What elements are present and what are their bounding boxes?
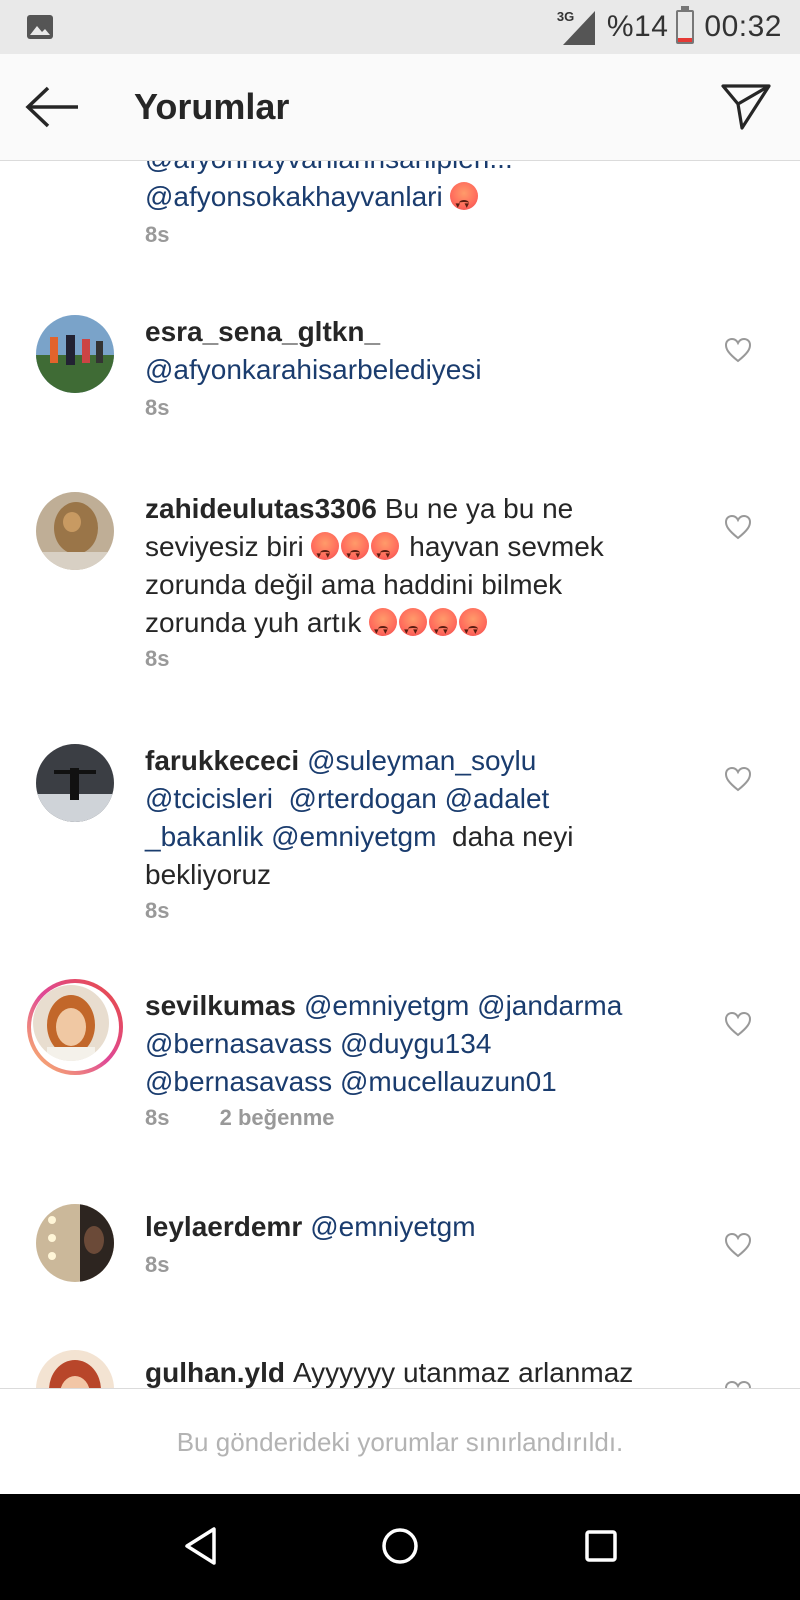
- comment-text: sevilkumas @emniyetgm @jandarma @bernasav…: [145, 987, 675, 1101]
- image-notification-icon: [27, 15, 53, 39]
- comment-text: leylaerdemr @emniyetgm: [145, 1208, 675, 1246]
- page-title: Yorumlar: [134, 86, 290, 127]
- like-heart-icon[interactable]: [724, 766, 752, 792]
- avatar[interactable]: [36, 1350, 114, 1388]
- comment-username[interactable]: farukkececi: [145, 745, 299, 776]
- mention-link[interactable]: @rterdogan: [289, 783, 437, 814]
- like-heart-icon[interactable]: [724, 514, 752, 540]
- nav-back-icon[interactable]: [184, 1526, 218, 1566]
- direct-send-icon[interactable]: [720, 82, 772, 132]
- comment-time: 8s: [145, 646, 170, 671]
- avatar[interactable]: [36, 1204, 114, 1282]
- mention-link[interactable]: @afyonkarahisarbelediyesi: [145, 354, 482, 385]
- comment-text: @afyonhayvanlarinsahipleri... @afyonsoka…: [145, 160, 675, 224]
- comment-username[interactable]: leylaerdemr: [145, 1211, 302, 1242]
- angry-emoji-icon: [311, 532, 340, 574]
- comments-list: @afyonhayvanlarinsahipleri... @afyonsoka…: [0, 160, 800, 1388]
- angry-emoji-icon: [371, 532, 400, 574]
- system-nav-bar: [0, 1494, 800, 1600]
- mention-link[interactable]: @bernasavass: [145, 1066, 332, 1097]
- app-header: Yorumlar: [0, 54, 800, 161]
- angry-emoji-icon: [369, 608, 398, 650]
- comment-time: 8s: [145, 898, 170, 923]
- mention-link[interactable]: @emniyetgm: [271, 821, 436, 852]
- comment-text: esra_sena_gltkn_ @afyonkarahisarbelediye…: [145, 313, 675, 389]
- like-heart-icon[interactable]: [724, 1011, 752, 1037]
- battery-percent: %14: [606, 10, 669, 43]
- mention-link[interactable]: @adalet: [445, 783, 550, 814]
- angry-emoji-icon: [450, 182, 479, 224]
- mention-link[interactable]: @mucellauzun01: [340, 1066, 557, 1097]
- comment-time: 8s: [145, 222, 170, 247]
- likes-count[interactable]: 2 beğenme: [220, 1105, 335, 1130]
- nav-recents-icon[interactable]: [585, 1530, 617, 1562]
- comment-username[interactable]: zahideulutas3306: [145, 493, 377, 524]
- battery-icon: [676, 6, 695, 44]
- like-heart-icon[interactable]: [724, 1380, 752, 1388]
- status-bar: 3G %14 00:32: [0, 0, 800, 54]
- nav-home-icon[interactable]: [381, 1527, 419, 1565]
- like-heart-icon[interactable]: [724, 337, 752, 363]
- mention-link[interactable]: @tcicisleri: [145, 783, 273, 814]
- mention-link[interactable]: @emniyetgm: [310, 1211, 475, 1242]
- avatar[interactable]: [36, 744, 114, 822]
- mention-link[interactable]: @suleyman_soylu: [307, 745, 536, 776]
- comment-meta: 8s 2 beğenme: [145, 1105, 335, 1131]
- angry-emoji-icon: [399, 608, 428, 650]
- mention-link[interactable]: @bernasavass: [145, 1028, 332, 1059]
- clock: 00:32: [704, 10, 782, 43]
- angry-emoji-icon: [341, 532, 370, 574]
- comment-time: 8s: [145, 1252, 170, 1277]
- comment-username[interactable]: esra_sena_gltkn_: [145, 316, 380, 347]
- comment-time: 8s: [145, 1105, 170, 1130]
- avatar-story[interactable]: [27, 979, 123, 1075]
- restricted-text: Bu gönderideki yorumlar sınırlandırıldı.: [176, 1426, 624, 1457]
- angry-emoji-icon: [459, 608, 488, 650]
- back-arrow-icon[interactable]: [24, 85, 82, 129]
- comments-restricted-notice: Bu gönderideki yorumlar sınırlandırıldı.: [0, 1388, 800, 1495]
- comment-username[interactable]: sevilkumas: [145, 990, 296, 1021]
- like-heart-icon[interactable]: [724, 1232, 752, 1258]
- mention-link[interactable]: @afyonhayvanlarinsahipleri...: [145, 160, 513, 174]
- signal-icon: 3G: [557, 7, 597, 47]
- comment-time: 8s: [145, 395, 170, 420]
- mention-link[interactable]: @jandarma: [477, 990, 622, 1021]
- mention-link[interactable]: @emniyetgm: [304, 990, 469, 1021]
- mention-link[interactable]: _bakanlik: [145, 821, 263, 852]
- comment-username[interactable]: gulhan.yld: [145, 1357, 285, 1388]
- mention-link[interactable]: @duygu134: [340, 1028, 491, 1059]
- mention-link[interactable]: @afyonsokakhayvanlari: [145, 181, 443, 212]
- comment-text: farukkececi @suleyman_soylu @tcicisleri @…: [145, 745, 574, 890]
- avatar[interactable]: [36, 315, 114, 393]
- comment-text: gulhan.yld Ayyyyyy utanmaz arlanmaz: [145, 1357, 634, 1388]
- angry-emoji-icon: [429, 608, 458, 650]
- comment-text: zahideulutas3306 Bu ne ya bu ne seviyesiz…: [145, 490, 675, 650]
- avatar[interactable]: [36, 492, 114, 570]
